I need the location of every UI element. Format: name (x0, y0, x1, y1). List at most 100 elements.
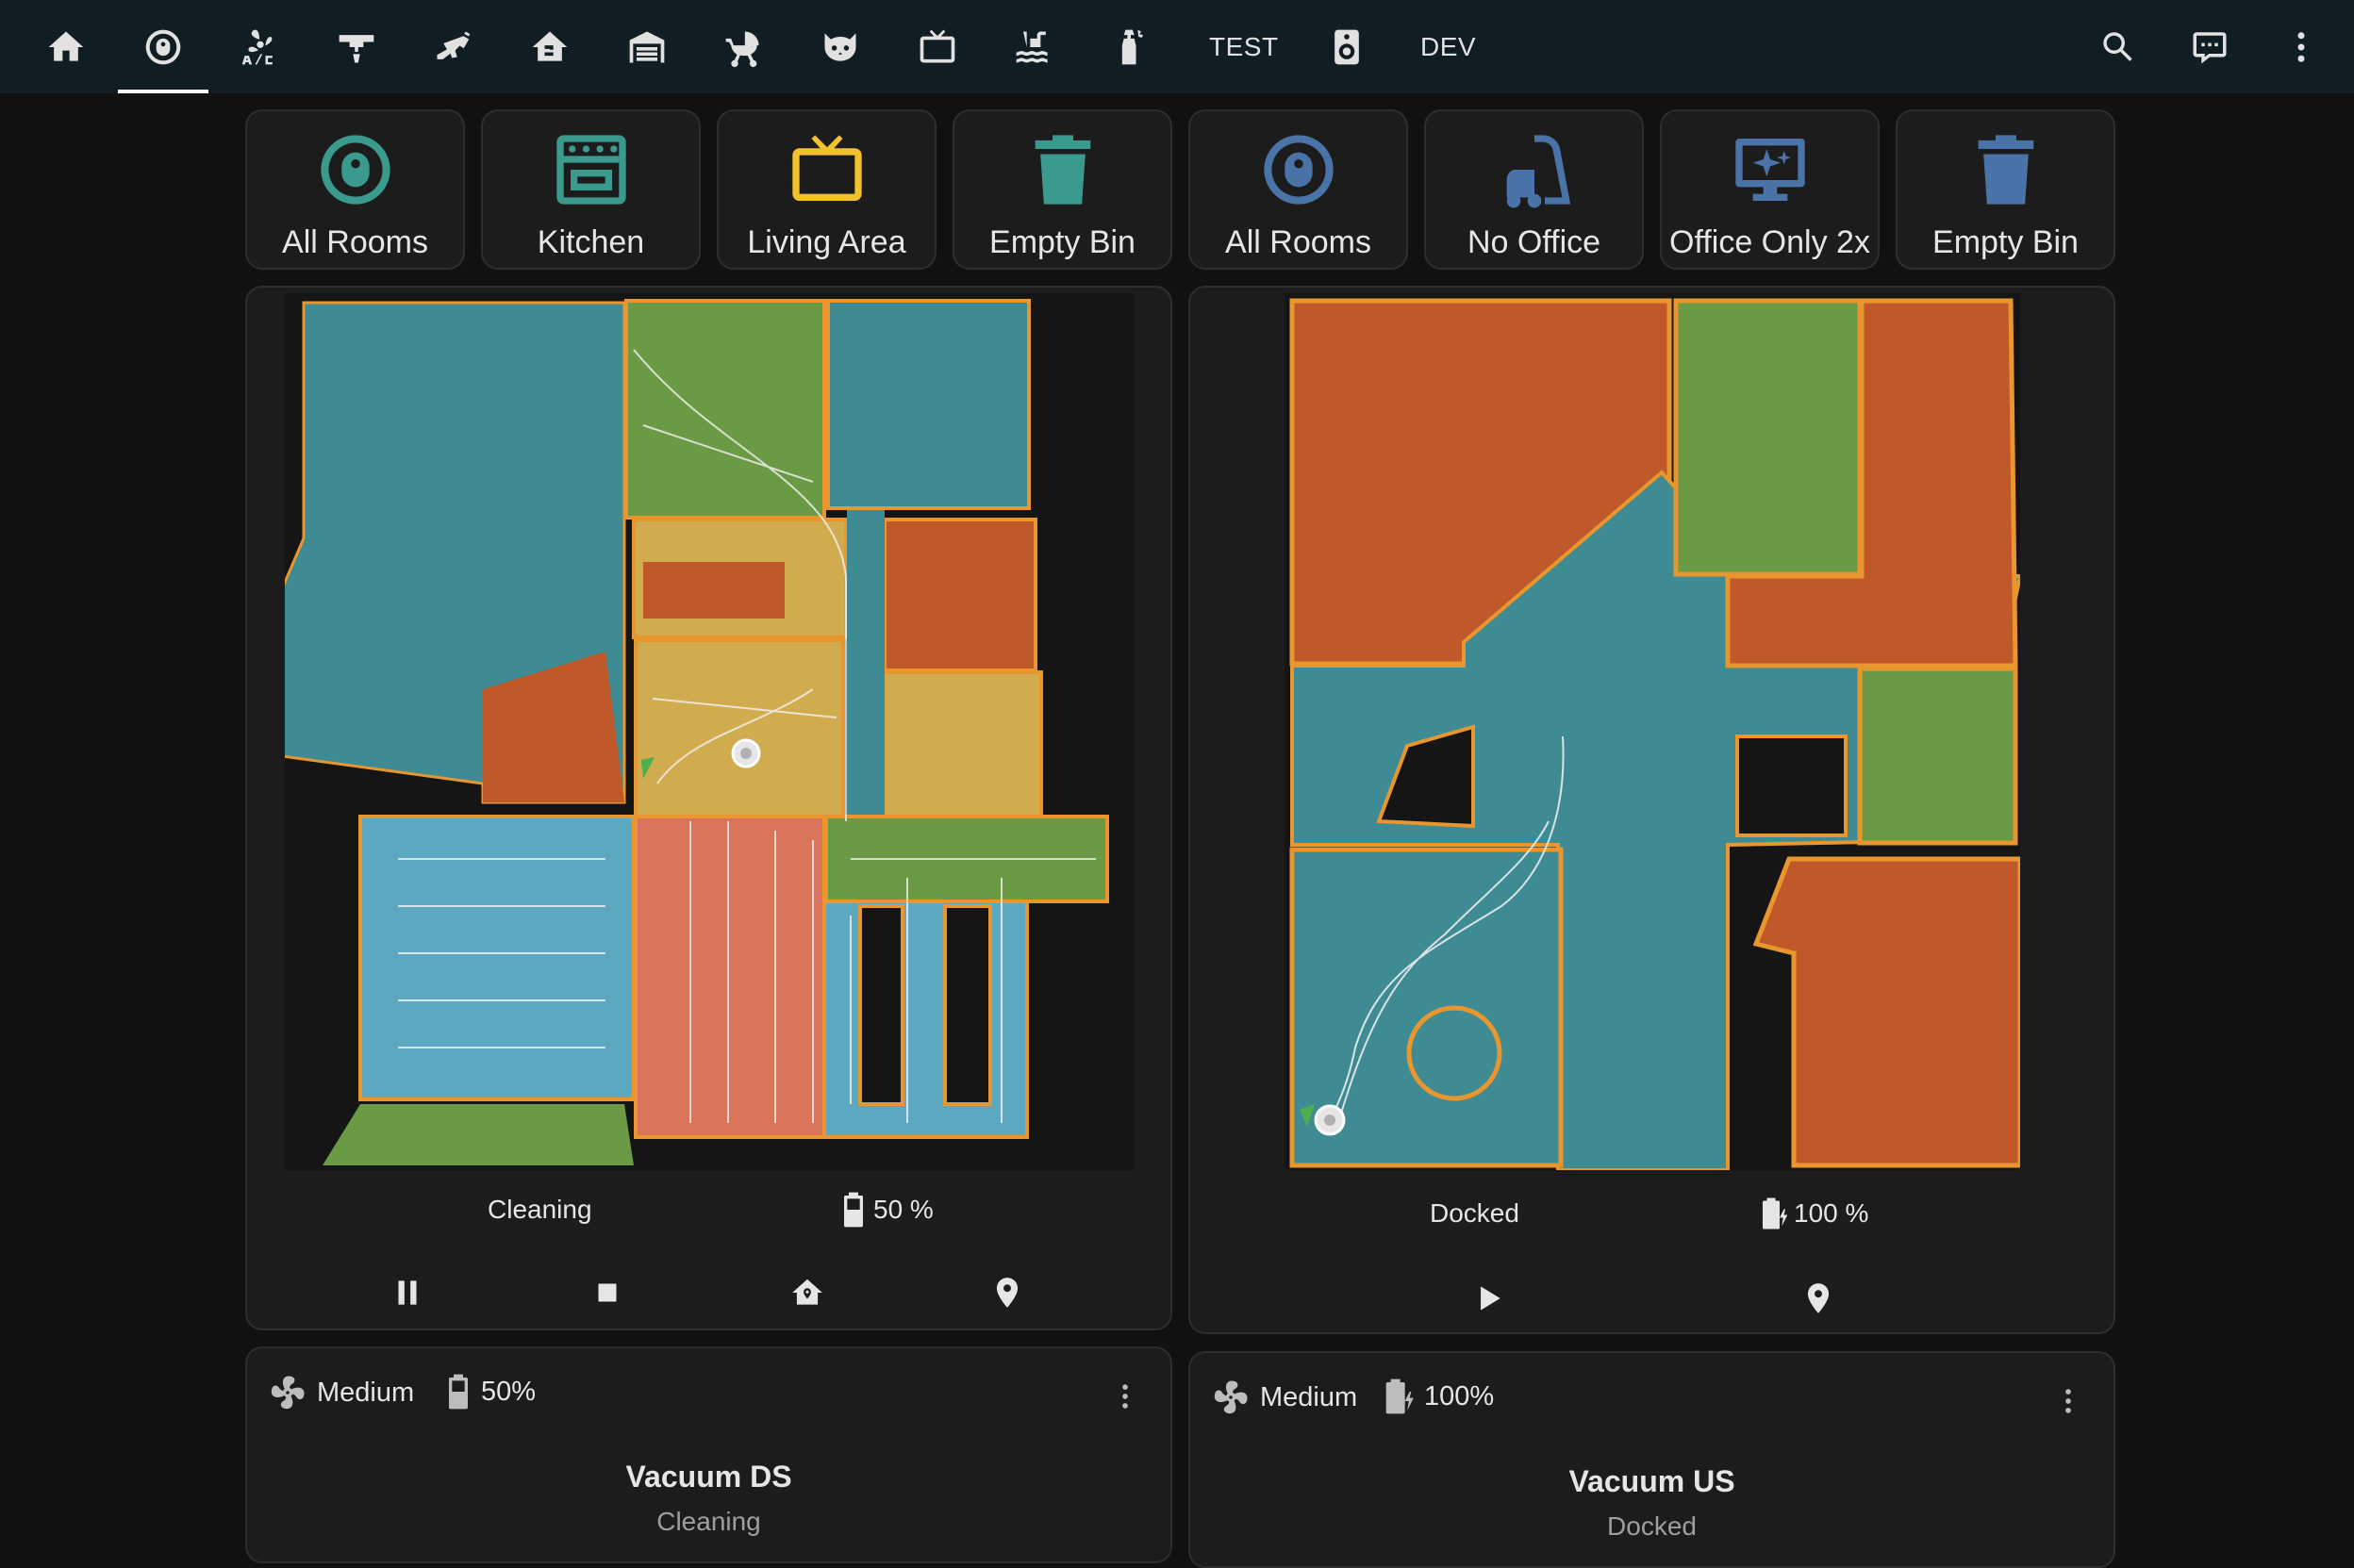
tab-cameras[interactable] (407, 0, 498, 93)
button-living-area[interactable]: Living Area (717, 109, 937, 270)
battery-chip: 50% (445, 1373, 536, 1411)
robot-vacuum-icon (1263, 135, 1334, 205)
tab-test[interactable]: TEST (1190, 0, 1298, 93)
vacuum-us-info-card[interactable]: Medium 100% Vacuum US Docked (1188, 1351, 2115, 1568)
fan-speed-text: Medium (317, 1377, 415, 1408)
button-no-office[interactable]: No Office (1424, 109, 1644, 270)
tab-vacuum[interactable] (118, 0, 208, 93)
button-office-only-2x[interactable]: Office Only 2x (1660, 109, 1880, 270)
tab-media[interactable] (892, 0, 983, 93)
vacuum-state: Docked (1607, 1511, 1697, 1541)
tab-nursery[interactable] (698, 0, 788, 93)
tab-pets[interactable] (795, 0, 886, 93)
vacuum-cleaner-icon (1506, 135, 1570, 208)
button-label: Empty Bin (989, 224, 1136, 260)
fan-icon (271, 1376, 305, 1410)
television-icon (791, 135, 862, 201)
tab-test-label: TEST (1209, 31, 1279, 61)
chat-icon (2193, 31, 2227, 63)
tab-house[interactable] (505, 0, 595, 93)
pool-icon (1016, 31, 1048, 62)
stop-icon (598, 1283, 617, 1302)
button-all-rooms-us[interactable]: All Rooms (1188, 109, 1408, 270)
button-label: Kitchen (537, 224, 645, 260)
battery-charging-icon (1763, 1197, 1788, 1230)
fan-speed-chip[interactable]: Medium (1211, 1378, 1357, 1417)
tab-speaker[interactable] (1301, 0, 1392, 93)
button-empty-bin-us[interactable]: Empty Bin (1896, 109, 2115, 270)
speaker-icon (1334, 29, 1359, 64)
button-empty-bin-ds[interactable]: Empty Bin (953, 109, 1172, 270)
battery-text: 50% (481, 1376, 537, 1407)
trash-can-icon (1978, 135, 2033, 205)
locate-button[interactable] (979, 1264, 1036, 1321)
battery-text: 100 % (1794, 1198, 1869, 1228)
vacuum-name: Vacuum DS (625, 1460, 792, 1494)
play-icon (1481, 1286, 1500, 1311)
search-button[interactable] (2073, 0, 2163, 93)
start-button[interactable] (1460, 1270, 1517, 1327)
vacuum-name: Vacuum US (1568, 1464, 1735, 1498)
button-label: No Office (1467, 224, 1601, 260)
battery-50-icon (449, 1374, 468, 1410)
locate-button[interactable] (1790, 1270, 1847, 1327)
vacuum-us-battery: 100 % (1760, 1195, 1868, 1232)
home-icon (48, 31, 84, 61)
vacuum-state: Cleaning (656, 1507, 761, 1536)
map-card-vacuum-ds: Cleaning 50 % (245, 286, 1172, 1330)
search-icon (2103, 31, 2132, 61)
top-app-bar: TEST DEV (0, 0, 2354, 93)
button-label: All Rooms (1225, 224, 1371, 260)
tab-pool[interactable] (988, 0, 1079, 93)
fan-speed-chip[interactable]: Medium (268, 1373, 414, 1412)
overflow-menu-button[interactable] (2256, 0, 2346, 93)
trash-can-icon (1035, 135, 1090, 205)
pause-icon (398, 1280, 417, 1305)
map-marker-icon (996, 1278, 1019, 1308)
tab-climate[interactable] (215, 0, 306, 93)
status-text: Cleaning (488, 1195, 592, 1224)
button-label: Office Only 2x (1669, 224, 1870, 260)
more-vertical-icon (2297, 31, 2305, 62)
vacuum-ds-map[interactable] (285, 293, 1134, 1170)
stop-button[interactable] (579, 1264, 636, 1321)
vacuum-ds-info-card[interactable]: Medium 50% Vacuum DS Cleaning (245, 1346, 1172, 1563)
vacuum-us-map[interactable] (1285, 293, 2020, 1170)
fan-icon (1214, 1380, 1248, 1414)
floor-plan-us (1285, 293, 2020, 1170)
ceiling-lamp-icon (339, 34, 374, 62)
floor-plan-ds (285, 293, 1134, 1170)
home-map-marker-icon (792, 1279, 822, 1305)
garage-icon (629, 31, 665, 62)
more-options-button[interactable] (1102, 1373, 1149, 1420)
tab-garage[interactable] (602, 0, 692, 93)
fan-speed-text: Medium (1260, 1381, 1358, 1412)
robot-vacuum-icon (145, 29, 181, 64)
button-all-rooms-ds[interactable]: All Rooms (245, 109, 465, 270)
vacuum-ds-battery: 50 % (839, 1191, 934, 1229)
vacuum-us-status: Docked (1430, 1198, 1519, 1229)
vacuum-ds-status: Cleaning (488, 1195, 592, 1225)
status-text: Docked (1430, 1198, 1519, 1228)
button-kitchen[interactable]: Kitchen (481, 109, 701, 270)
battery-text: 100% (1424, 1380, 1495, 1411)
stove-icon (555, 135, 626, 205)
cat-icon (824, 32, 856, 61)
tab-dev-label: DEV (1420, 31, 1477, 61)
more-options-button[interactable] (2045, 1378, 2092, 1425)
tab-dev[interactable]: DEV (1401, 0, 1495, 93)
battery-chip: 100% (1383, 1378, 1494, 1415)
tab-lights[interactable] (311, 0, 402, 93)
button-label: All Rooms (282, 224, 428, 260)
more-vertical-icon (2065, 1389, 2071, 1413)
tab-home[interactable] (21, 0, 111, 93)
spray-bottle-icon (1121, 29, 1143, 64)
return-home-button[interactable] (779, 1264, 836, 1321)
cctv-camera-icon (437, 31, 471, 59)
assist-button[interactable] (2164, 0, 2255, 93)
more-vertical-icon (1122, 1384, 1128, 1409)
pause-button[interactable] (379, 1264, 436, 1321)
battery-50-icon (844, 1192, 863, 1228)
robot-vacuum-icon (320, 135, 390, 205)
tab-cleaning[interactable] (1086, 0, 1176, 93)
